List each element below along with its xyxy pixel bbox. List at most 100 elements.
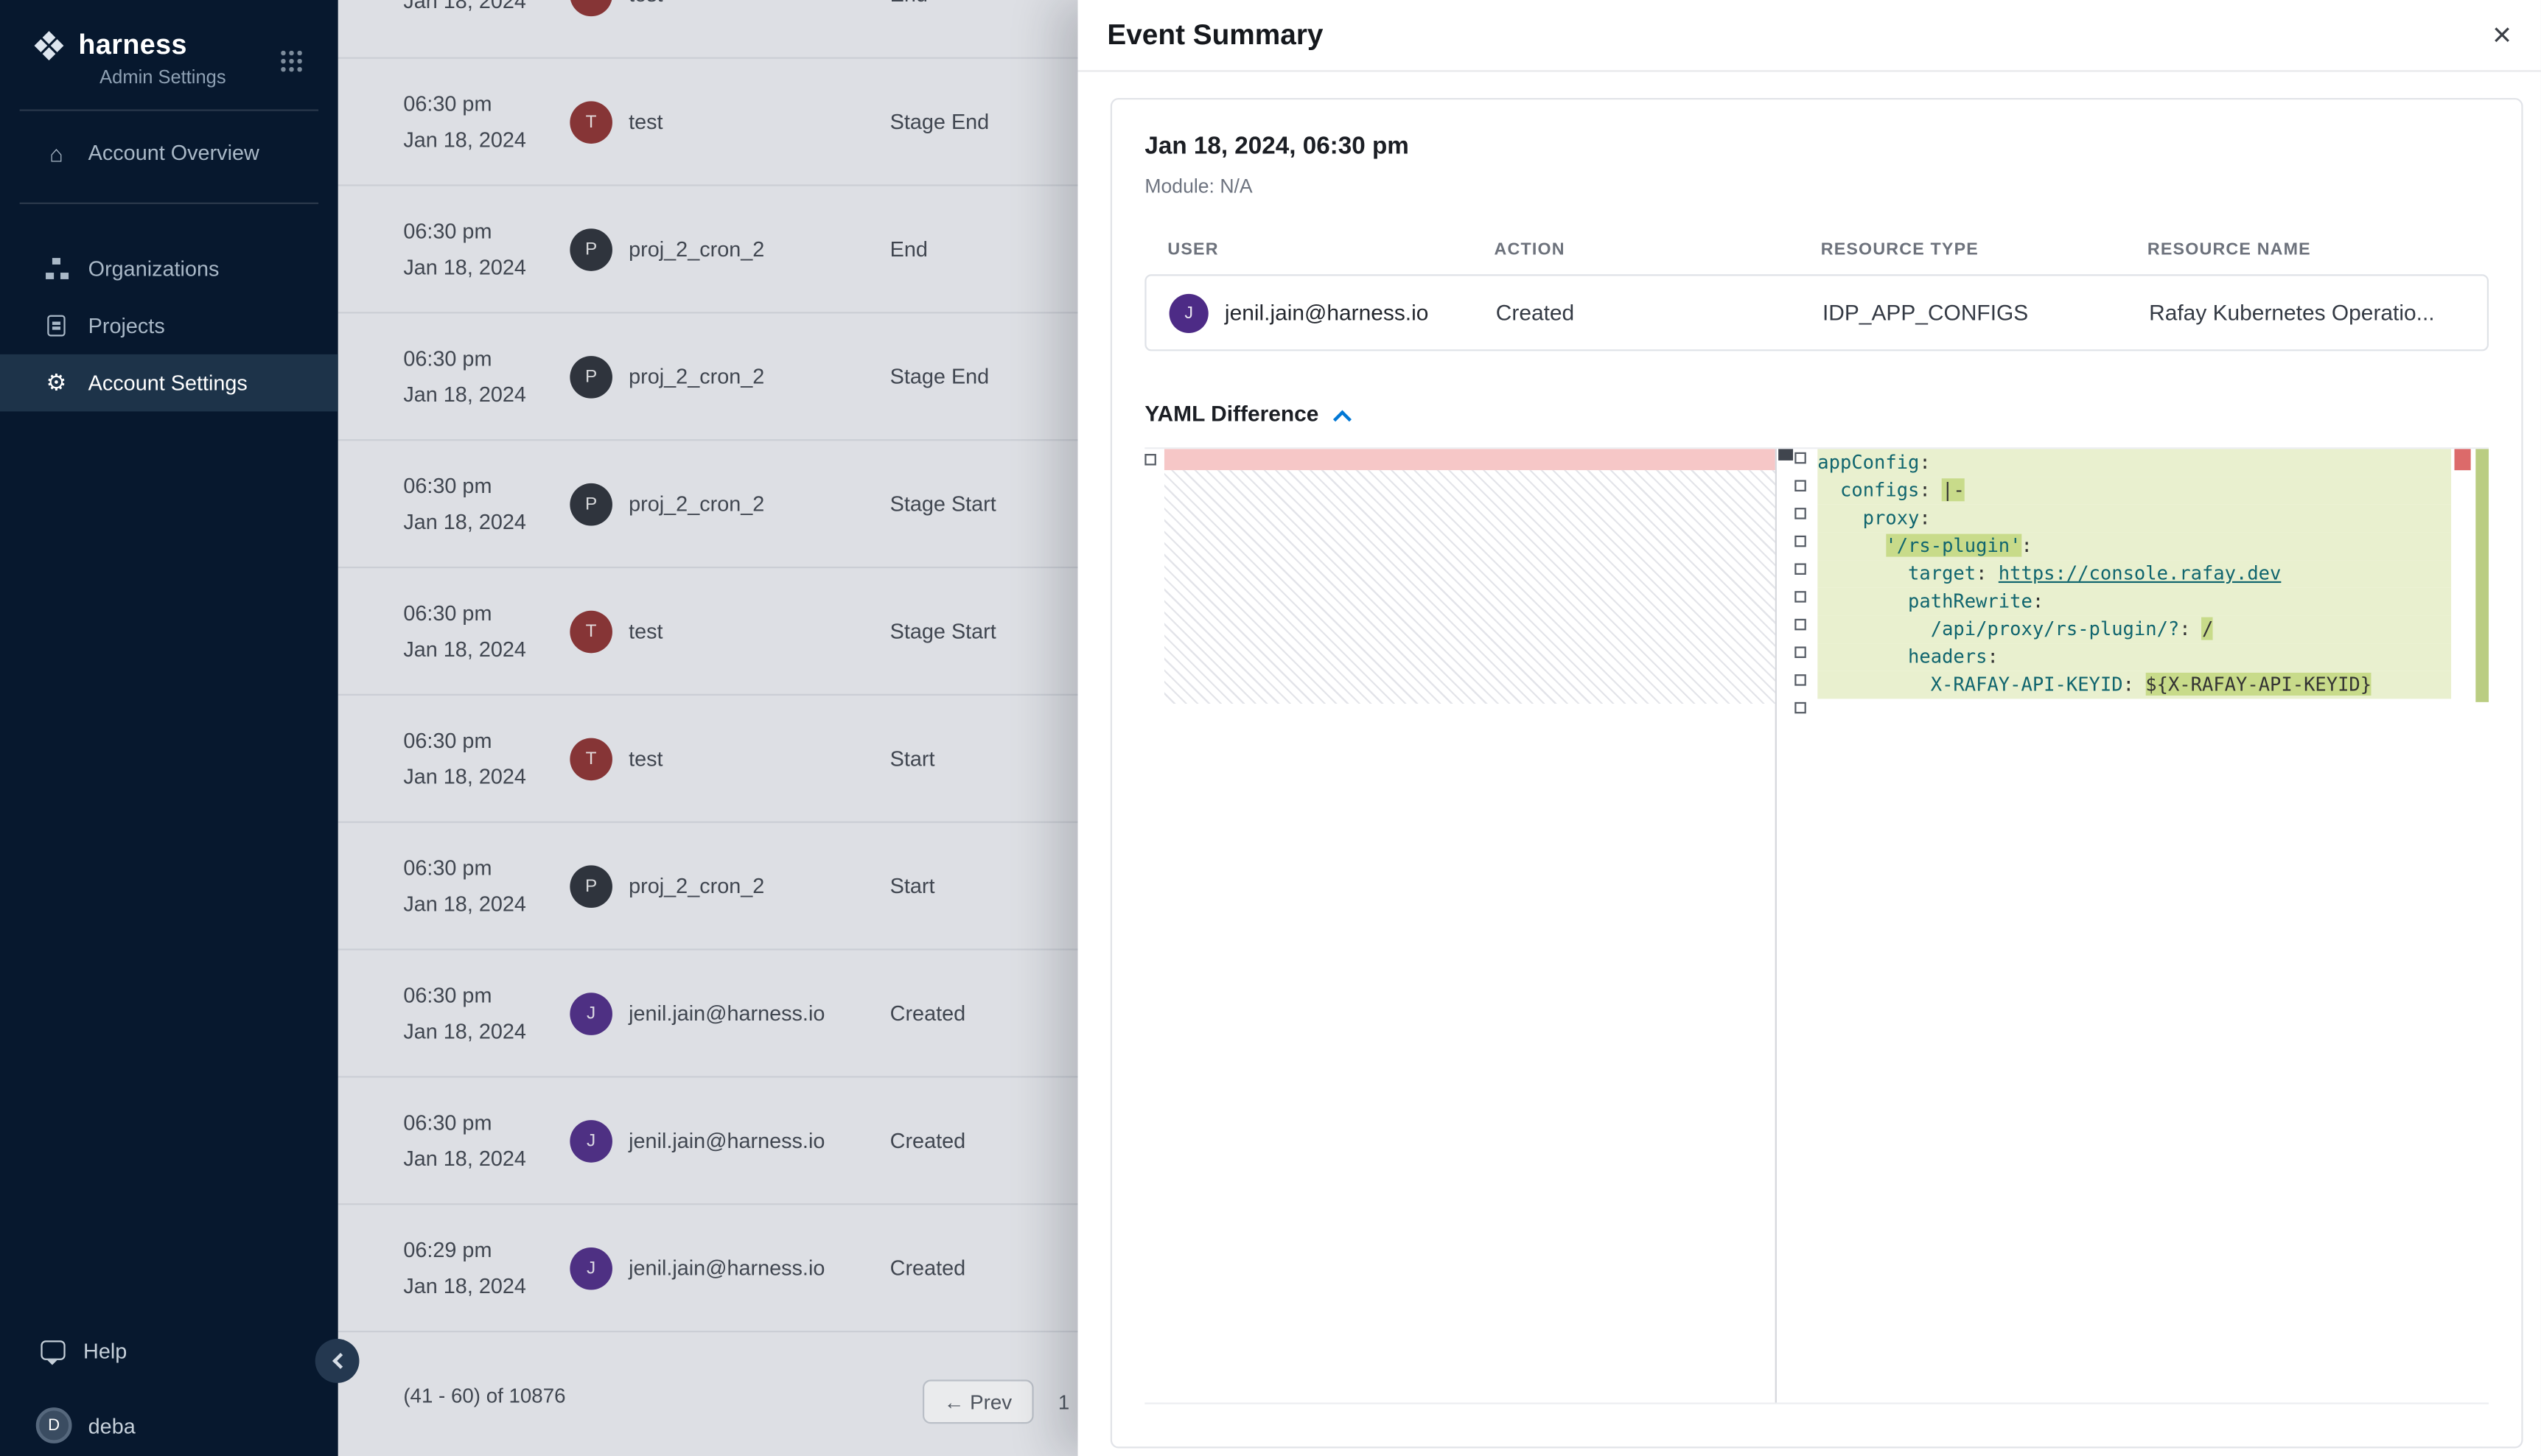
yaml-difference-header: YAML Difference (1144, 400, 2489, 428)
prev-page-button[interactable]: ← Prev (923, 1379, 1033, 1424)
diff-line-marker[interactable] (1794, 508, 1806, 519)
row-time: 06:30 pmJan 18, 2024 (403, 219, 570, 279)
avatar: T (570, 0, 612, 15)
row-time: 06:30 pmJan 18, 2024 (403, 474, 570, 534)
diff-line-marker[interactable] (1794, 619, 1806, 631)
row-time: 06:30 pmJan 18, 2024 (403, 855, 570, 916)
row-user: Ttest (570, 100, 889, 143)
row-user: Jjenil.jain@harness.io (570, 1119, 889, 1162)
row-time: 06:29 pmJan 18, 2024 (403, 1238, 570, 1298)
row-user: Jjenil.jain@harness.io (570, 1247, 889, 1289)
row-action: Stage Start (890, 491, 996, 516)
sidebar-item-organizations[interactable]: Organizations (0, 240, 338, 298)
yaml-line: '/rs-plugin': (1817, 532, 2451, 560)
drawer-header: Event Summary × (1077, 0, 2540, 71)
sidebar-header: harness Admin Settings (0, 0, 338, 88)
home-icon: ⌂ (43, 139, 71, 165)
close-icon[interactable]: × (2492, 18, 2512, 51)
sidebar-item-projects[interactable]: Projects (0, 297, 338, 354)
event-summary-drawer: Event Summary × Jan 18, 2024, 06:30 pm M… (1077, 0, 2540, 1456)
row-time: Jan 18, 2024 (403, 0, 570, 13)
sidebar-item-label: Account Settings (88, 371, 248, 395)
diff-line-marker[interactable] (1794, 674, 1806, 686)
yaml-line: pathRewrite: (1817, 588, 2451, 616)
chevron-up-icon[interactable] (1332, 409, 1351, 427)
user-name: deba (88, 1413, 136, 1438)
user-avatar: D (36, 1407, 72, 1443)
column-action: ACTION (1495, 240, 1821, 260)
row-action: Start (890, 874, 935, 898)
event-datetime: Jan 18, 2024, 06:30 pm (1144, 132, 2489, 160)
event-action: Created (1496, 301, 1822, 325)
row-user: Pproj_2_cron_2 (570, 228, 889, 270)
app-root: harness Admin Settings ⌂ Account Overvie… (0, 0, 2541, 1456)
brand[interactable]: harness (32, 29, 308, 62)
removed-line (1164, 449, 1775, 470)
row-user: Jjenil.jain@harness.io (570, 992, 889, 1035)
sidebar-item-account-settings[interactable]: ⚙ Account Settings (0, 354, 338, 412)
row-time: 06:30 pmJan 18, 2024 (403, 983, 570, 1043)
sidebar-item-label: Projects (88, 313, 165, 337)
apps-grid-icon[interactable] (279, 49, 302, 71)
user-menu[interactable]: D deba (0, 1398, 338, 1453)
sidebar-nav: ⌂ Account Overview Organizations Project… (0, 124, 338, 411)
diff-line-marker[interactable] (1794, 646, 1806, 658)
diff-filler-hatch (1164, 470, 1775, 704)
column-resource-type: RESOURCE TYPE (1821, 240, 2147, 260)
pagination-range: (41 - 60) of 10876 (403, 1385, 565, 1407)
diff-line-marker[interactable] (1794, 452, 1806, 464)
event-user-cell: J jenil.jain@harness.io (1170, 293, 1496, 332)
overview-removed-ribbon (2454, 449, 2470, 470)
row-time: 06:30 pmJan 18, 2024 (403, 91, 570, 152)
sidebar-item-label: Account Overview (88, 141, 259, 165)
row-action: Created (890, 1256, 965, 1280)
yaml-diff-view: appConfig: configs: |- proxy: '/rs-plugi… (1144, 447, 2489, 1404)
column-resource-name: RESOURCE NAME (2147, 240, 2466, 260)
diff-right-gutter (1794, 452, 1806, 714)
brand-name: harness (78, 29, 187, 62)
yaml-line: X-RAFAY-API-KEYID: ${X-RAFAY-API-KEYID} (1817, 671, 2451, 699)
page-number-button[interactable]: 1 (1058, 1379, 1069, 1424)
diff-line-marker[interactable] (1144, 454, 1156, 466)
sidebar-collapse-button[interactable] (315, 1339, 360, 1383)
row-action: Created (890, 1001, 965, 1025)
diff-line-marker[interactable] (1794, 702, 1806, 714)
yaml-line: headers: (1817, 643, 2451, 671)
event-resource-type: IDP_APP_CONFIGS (1822, 301, 2149, 325)
help-button[interactable]: Help (0, 1323, 338, 1378)
sidebar: harness Admin Settings ⌂ Account Overvie… (0, 0, 338, 1456)
row-user: Pproj_2_cron_2 (570, 483, 889, 525)
event-user: jenil.jain@harness.io (1225, 301, 1429, 325)
row-time: 06:30 pmJan 18, 2024 (403, 728, 570, 788)
diff-line-marker[interactable] (1794, 563, 1806, 575)
yaml-difference-label: YAML Difference (1144, 402, 1318, 426)
sidebar-subtitle: Admin Settings (32, 62, 308, 88)
row-action: End (890, 237, 928, 261)
avatar: P (570, 228, 612, 270)
organizations-icon (43, 258, 71, 279)
row-action: Start (890, 746, 935, 771)
avatar: P (570, 864, 612, 907)
row-action: Stage Start (890, 619, 996, 643)
row-action: Stage End (890, 109, 990, 133)
column-user: USER (1167, 240, 1494, 260)
diff-line-marker[interactable] (1794, 480, 1806, 491)
diff-removed-pane (1164, 449, 1777, 1402)
overview-added-ribbon (2475, 449, 2489, 701)
avatar: T (570, 610, 612, 653)
sidebar-item-account-overview[interactable]: ⌂ Account Overview (0, 124, 338, 181)
diff-line-marker[interactable] (1794, 536, 1806, 547)
event-resource-name: Rafay Kubernetes Operatio... (2149, 301, 2464, 325)
diff-left-gutter (1144, 454, 1156, 466)
row-action: Stage End (890, 364, 990, 388)
event-row: J jenil.jain@harness.io Created IDP_APP_… (1144, 274, 2489, 351)
avatar: T (570, 100, 612, 143)
avatar: J (570, 1247, 612, 1289)
row-user: Ttest (570, 610, 889, 653)
diff-line-marker[interactable] (1794, 591, 1806, 603)
chat-icon (39, 1340, 67, 1360)
diff-added-pane: appConfig: configs: |- proxy: '/rs-plugi… (1817, 449, 2451, 699)
help-label: Help (83, 1338, 127, 1362)
yaml-line: /api/proxy/rs-plugin/?: / (1817, 615, 2451, 643)
event-card: Jan 18, 2024, 06:30 pm Module: N/A USER … (1111, 98, 2523, 1449)
